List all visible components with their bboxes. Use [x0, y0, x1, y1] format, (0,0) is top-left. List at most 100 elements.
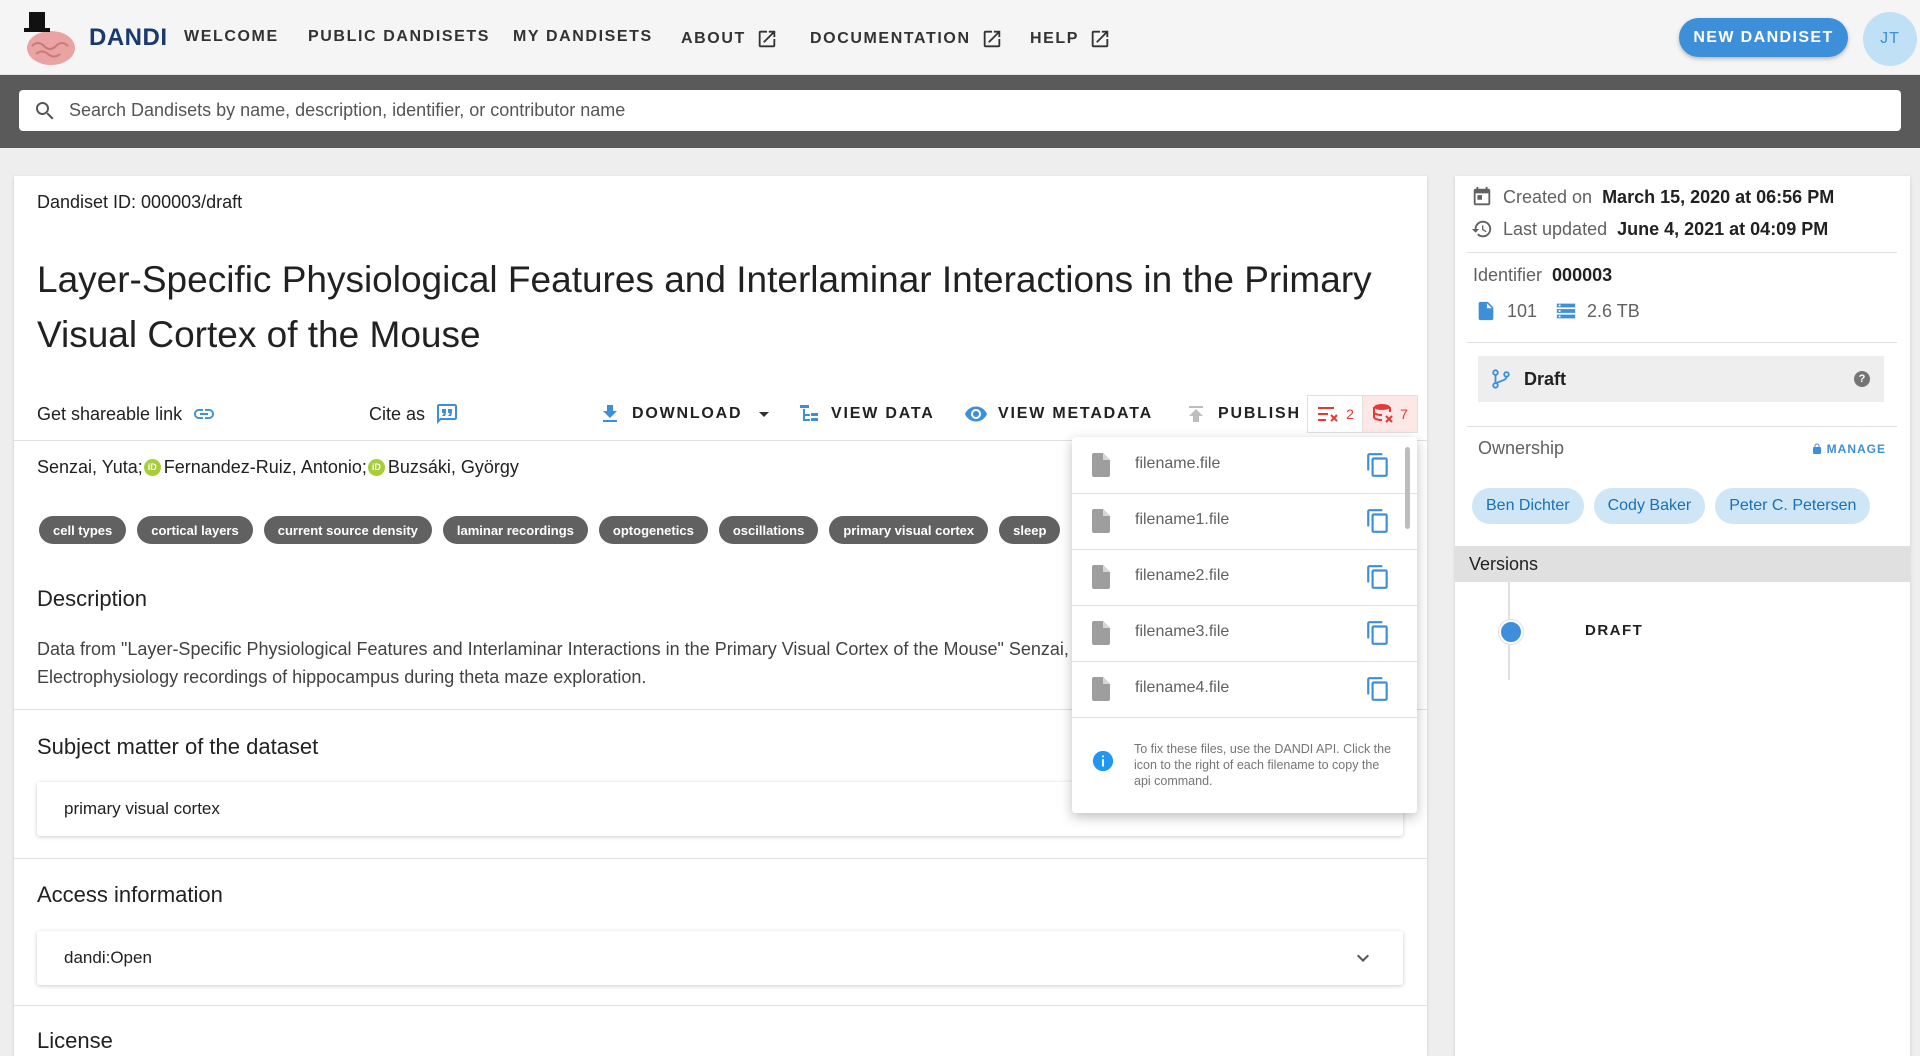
- owner-list: Ben Dichter Cody Baker Peter C. Petersen: [1472, 488, 1871, 524]
- nav-help[interactable]: HELP: [1030, 28, 1111, 50]
- orcid-icon[interactable]: iD: [143, 459, 161, 476]
- version-selector[interactable]: Draft ?: [1478, 356, 1884, 402]
- nav-my-dandisets-label: MY DANDISETS: [513, 28, 653, 45]
- identifier: Identifier 000003: [1473, 265, 1612, 286]
- keyword-chip: optogenetics: [598, 516, 708, 544]
- download-icon: [603, 405, 617, 422]
- updated-label: Last updated: [1503, 218, 1608, 239]
- version-label: Draft: [1524, 368, 1567, 389]
- copy-icon[interactable]: [1365, 676, 1391, 702]
- share-link-button[interactable]: Get shareable link: [37, 402, 216, 426]
- publish-button[interactable]: PUBLISH: [1184, 402, 1301, 426]
- owner-chip[interactable]: Ben Dichter: [1472, 488, 1584, 524]
- asset-error-count: 7: [1400, 406, 1408, 422]
- file-icon: [1092, 509, 1110, 533]
- copy-icon[interactable]: [1365, 508, 1391, 534]
- timeline-dot[interactable]: [1499, 620, 1523, 644]
- access-panel[interactable]: dandi:Open: [37, 931, 1403, 985]
- file-name: filename2.file: [1135, 567, 1230, 584]
- brand-name[interactable]: DANDI: [89, 24, 168, 52]
- created-value: March 15, 2020 at 06:56 PM: [1602, 186, 1835, 207]
- history-icon: [1471, 220, 1492, 238]
- dandiset-title: Layer-Specific Physiological Features an…: [37, 259, 1372, 355]
- copy-icon[interactable]: [1365, 620, 1391, 646]
- dandiset-id: Dandiset ID: 000003/draft: [37, 192, 243, 212]
- author-name[interactable]: Senzai, Yuta;: [37, 457, 143, 478]
- divider: [1467, 426, 1897, 427]
- file-tree-icon: [800, 405, 818, 421]
- divider: [14, 1005, 1427, 1006]
- asset-errors-button[interactable]: 7: [1362, 396, 1417, 432]
- owner-chip[interactable]: Cody Baker: [1593, 488, 1706, 524]
- ownership-heading: Ownership: [1478, 438, 1565, 458]
- version-item-draft[interactable]: DRAFT: [1585, 622, 1643, 639]
- search-band: [0, 75, 1920, 148]
- dandiset-sidebar: Created on March 15, 2020 at 06:56 PM La…: [1455, 176, 1910, 1056]
- keyword-chip: cortical layers: [137, 516, 253, 544]
- keyword-chip: laminar recordings: [442, 516, 588, 544]
- chevron-down-icon: [1357, 954, 1369, 962]
- database-error-icon: [1373, 404, 1393, 423]
- asset-errors-dropdown: filename.file filename1.file filename2.f…: [1072, 437, 1417, 813]
- nav-my-dandisets[interactable]: MY DANDISETS: [513, 28, 653, 46]
- nav-documentation[interactable]: DOCUMENTATION: [810, 28, 1003, 50]
- file-icon: [1092, 677, 1110, 701]
- nav-public-dandisets[interactable]: PUBLIC DANDISETS: [308, 28, 490, 46]
- identifier-value: 000003: [1552, 265, 1613, 285]
- divider: [1467, 342, 1897, 343]
- search-icon: [36, 101, 54, 119]
- owner-chip[interactable]: Peter C. Petersen: [1715, 488, 1871, 524]
- orcid-icon[interactable]: iD: [367, 459, 385, 476]
- created-label: Created on: [1503, 186, 1593, 207]
- info-icon: [1092, 750, 1114, 772]
- keyword-chip: cell types: [39, 516, 127, 544]
- view-data-label: VIEW DATA: [831, 405, 935, 422]
- author-name[interactable]: Fernandez-Ruiz, Antonio;: [164, 457, 367, 478]
- user-avatar[interactable]: JT: [1863, 12, 1917, 66]
- metadata-errors-button[interactable]: 2: [1308, 396, 1362, 432]
- search-input[interactable]: [67, 99, 1871, 122]
- new-dandiset-button[interactable]: NEW DANDISET: [1679, 18, 1848, 57]
- help-icon[interactable]: ?: [1854, 371, 1870, 387]
- file-icon: [1092, 453, 1110, 477]
- versions-header: Versions: [1455, 546, 1910, 582]
- nav-welcome-label: WELCOME: [184, 28, 279, 45]
- subject-value: primary visual cortex: [64, 799, 220, 818]
- storage-icon: [1556, 303, 1576, 319]
- list-item: filename2.file: [1072, 549, 1417, 606]
- divider: [14, 858, 1427, 859]
- cite-as-button[interactable]: Cite as: [369, 402, 459, 426]
- author-name[interactable]: Buzsáki, György: [388, 457, 519, 478]
- view-data-button[interactable]: VIEW DATA: [797, 402, 935, 426]
- quote-icon: [437, 404, 458, 424]
- list-item: filename3.file: [1072, 605, 1417, 662]
- calendar-icon: [1473, 186, 1491, 206]
- license-heading: License: [37, 1028, 113, 1053]
- external-link-icon: [983, 30, 1000, 48]
- nav-welcome[interactable]: WELCOME: [184, 28, 279, 46]
- author-list: Senzai, Yuta; iD Fernandez-Ruiz, Antonio…: [37, 457, 519, 478]
- dropdown-info-text: To fix these files, use the DANDI API. C…: [1134, 742, 1392, 788]
- keyword-chip: current source density: [263, 516, 432, 544]
- manage-owners-button[interactable]: MANAGE: [1811, 442, 1886, 456]
- dandi-logo-icon[interactable]: [18, 10, 80, 68]
- list-item: filename.file: [1072, 437, 1417, 494]
- view-metadata-button[interactable]: VIEW METADATA: [964, 402, 1153, 426]
- list-item: filename1.file: [1072, 493, 1417, 550]
- copy-icon[interactable]: [1365, 452, 1391, 478]
- file-name: filename3.file: [1135, 623, 1230, 640]
- file-name: filename4.file: [1135, 679, 1230, 696]
- divider: [1467, 252, 1897, 253]
- validation-errors-group: 2 7: [1307, 395, 1418, 433]
- access-heading: Access information: [37, 882, 223, 907]
- caret-down-icon: [759, 412, 770, 417]
- search-box[interactable]: [19, 90, 1901, 131]
- description-heading: Description: [37, 586, 148, 611]
- copy-icon[interactable]: [1365, 564, 1391, 590]
- versions-heading: Versions: [1469, 554, 1539, 574]
- nav-about[interactable]: ABOUT: [681, 28, 778, 50]
- file-icon: [1092, 621, 1110, 645]
- download-button[interactable]: DOWNLOAD: [598, 402, 776, 426]
- metadata-error-count: 2: [1346, 406, 1354, 422]
- dropdown-scrollbar[interactable]: [1405, 447, 1410, 529]
